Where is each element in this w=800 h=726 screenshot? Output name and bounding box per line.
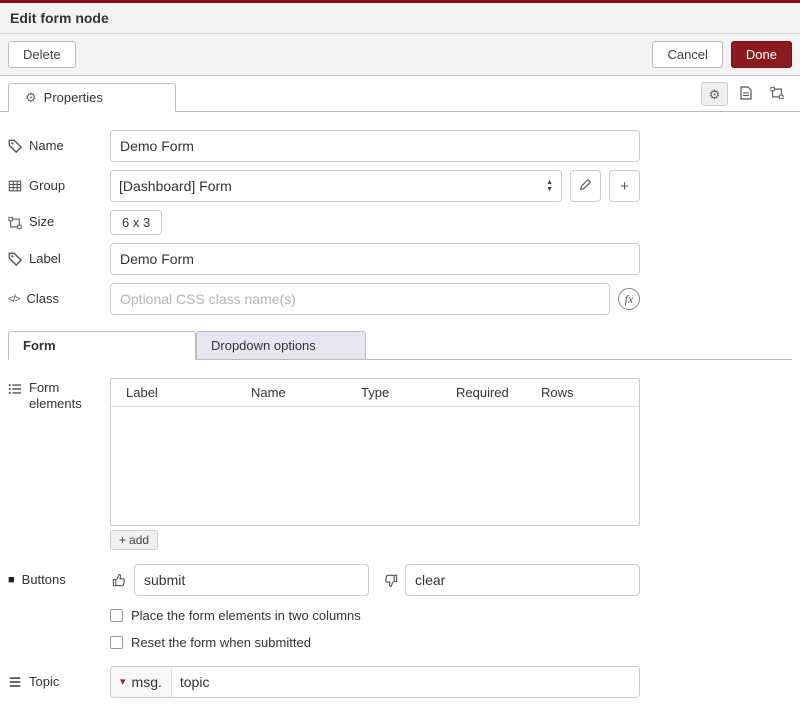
fx-badge[interactable]: fx [618,288,640,310]
tab-form[interactable]: Form [8,331,196,360]
plus-icon: + [119,533,126,547]
clear-label-input[interactable] [405,564,640,596]
tasks-icon [8,675,22,689]
add-group-button[interactable]: + [609,170,640,202]
add-element-button[interactable]: + add [110,530,158,550]
buttons-label: ■ Buttons [8,572,110,588]
object-group-icon [8,216,22,230]
reset-option: Reset the form when submitted [110,635,640,650]
form-elements-label: Form elements [8,378,110,413]
name-label: Name [8,138,110,154]
two-columns-option: Place the form elements in two columns [110,608,640,623]
form-area: Name Group [Dashboard] Form ▲ ▼ + [0,112,800,716]
two-columns-checkbox[interactable] [110,609,123,622]
topic-input[interactable] [172,667,639,697]
topic-label: Topic [8,674,110,690]
buttons-row: ■ Buttons [8,564,640,596]
group-select[interactable]: [Dashboard] Form ▲ ▼ [110,170,562,202]
class-row: </> Class fx [8,283,640,315]
gear-icon: ⚙ [25,91,37,104]
column-header: Label [126,385,251,400]
list-icon [8,380,22,396]
topic-typed-input: ▾ msg. [110,666,640,698]
group-row: Group [Dashboard] Form ▲ ▼ + [8,170,640,202]
properties-tab-button[interactable]: ⚙ [701,82,728,106]
edit-group-button[interactable] [570,170,601,202]
form-elements-list[interactable]: Label Name Type Required Rows [110,378,640,526]
document-icon [740,86,752,103]
code-icon: </> [8,294,19,305]
label-input[interactable] [110,243,640,275]
gear-icon: ⚙ [709,88,721,101]
pencil-icon [579,178,592,195]
tag-icon [8,139,22,153]
dialog-toolbar: Delete Cancel Done [0,34,800,76]
size-row: Size 6 x 3 [8,210,640,235]
form-elements-row: Form elements Label Name Type Required R… [8,378,640,550]
form-elements-editor: Label Name Type Required Rows + add [110,378,640,550]
delete-button[interactable]: Delete [8,41,76,68]
tab-dropdown-options[interactable]: Dropdown options [196,331,366,360]
class-input[interactable] [110,283,610,315]
column-header: Rows [541,385,639,400]
thumbs-up-icon [112,573,127,588]
dialog-title: Edit form node [0,0,800,34]
object-group-icon [770,86,784,103]
topic-row: Topic ▾ msg. [8,666,640,698]
done-button[interactable]: Done [731,41,792,68]
plus-icon: + [620,178,629,195]
size-label: Size [8,214,110,230]
thumbs-down-icon [383,573,398,588]
tag-icon [8,252,22,266]
form-elements-header: Label Name Type Required Rows [111,379,639,407]
name-row: Name [8,130,640,162]
column-header: Name [251,385,361,400]
editor-tab-row: ⚙ Properties ⚙ [0,76,800,112]
cancel-button[interactable]: Cancel [652,41,722,68]
tab-properties[interactable]: ⚙ Properties [8,83,176,112]
caret-down-icon: ▾ [120,677,126,688]
table-icon [8,179,22,193]
column-header: Required [456,385,541,400]
column-header: Type [361,385,456,400]
appearance-tab-button[interactable] [763,82,790,106]
reset-checkbox[interactable] [110,636,123,649]
size-button[interactable]: 6 x 3 [110,210,162,235]
toolbar-right-group: Cancel Done [652,41,792,68]
tab-properties-label: Properties [44,90,103,105]
topic-type-button[interactable]: ▾ msg. [111,667,172,697]
name-input[interactable] [110,130,640,162]
label-row: Label [8,243,640,275]
label-label: Label [8,251,110,267]
select-arrows-icon: ▲ ▼ [546,179,553,193]
group-label: Group [8,178,110,194]
square-icon: ■ [8,574,15,586]
subtab-row: Form Dropdown options [8,329,792,360]
class-label: </> Class [8,291,110,307]
tab-action-buttons: ⚙ [701,82,790,106]
description-tab-button[interactable] [732,82,759,106]
submit-label-input[interactable] [134,564,369,596]
